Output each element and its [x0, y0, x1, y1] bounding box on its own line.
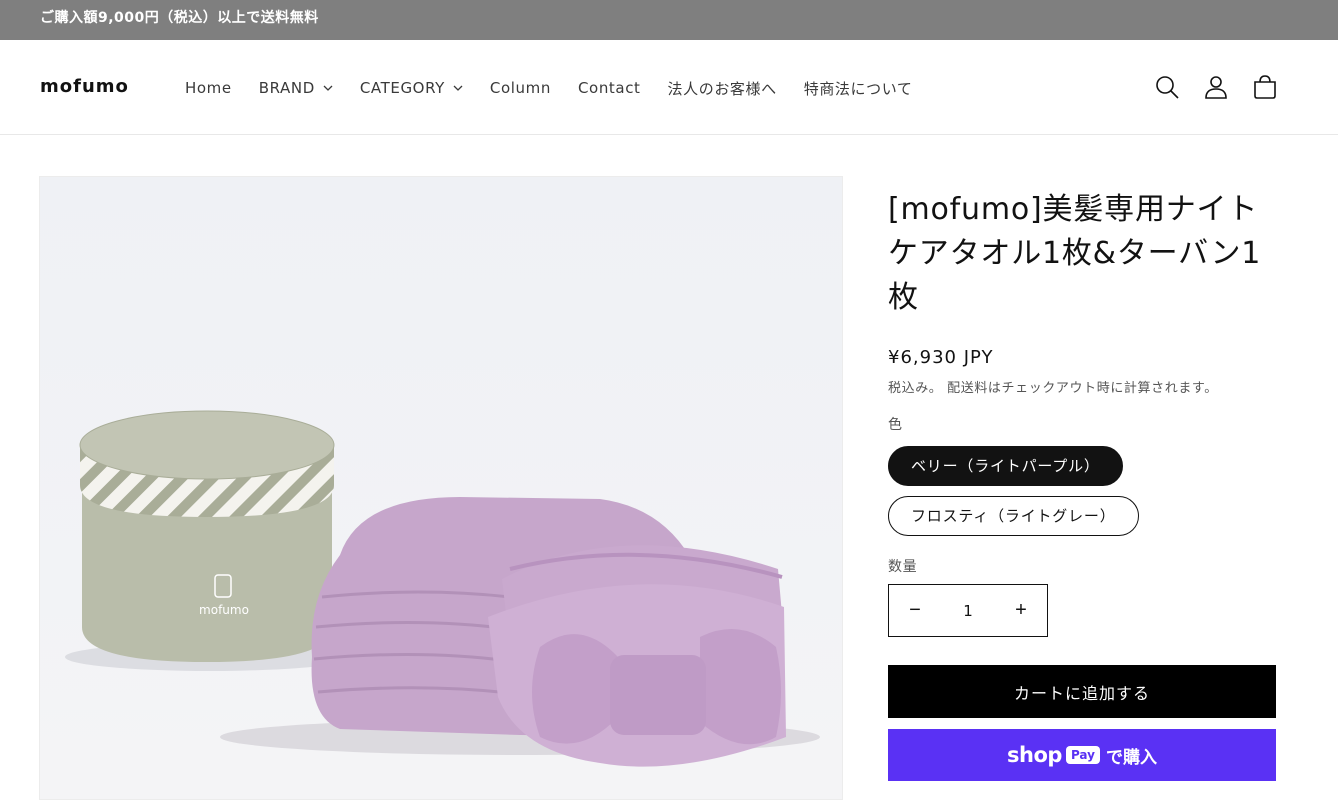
nav-legal[interactable]: 特商法について — [804, 78, 913, 99]
nav-business[interactable]: 法人のお客様へ — [668, 78, 777, 99]
announcement-text: ご購入額9,000円（税込）以上で送料無料 — [40, 10, 319, 26]
chevron-down-icon — [323, 85, 333, 91]
color-option-label: 色 — [888, 417, 903, 433]
variant-list-row2: フロスティ（ライトグレー） — [888, 486, 1278, 536]
nav-category-label: CATEGORY — [359, 79, 445, 97]
variant-list: ベリー（ライトパープル） — [888, 434, 1278, 486]
product-image[interactable]: mofumo — [39, 176, 843, 800]
box-brand-text: mofumo — [199, 603, 249, 617]
logo-text: mofumo — [40, 76, 129, 96]
nav-business-label: 法人のお客様へ — [667, 79, 777, 98]
cart-icon[interactable] — [1252, 74, 1278, 100]
nav-brand[interactable]: BRAND — [259, 79, 333, 97]
nav-contact-label: Contact — [577, 79, 641, 97]
product-price: ¥6,930 JPY — [888, 347, 994, 368]
nav-column[interactable]: Column — [490, 79, 551, 97]
header-icons — [1131, 74, 1278, 100]
product-photo: mofumo — [40, 177, 842, 799]
site-header: mofumo Home BRAND CATEGORY Column Contac… — [0, 40, 1338, 135]
shop-pay-buy-text: で購入 — [1105, 747, 1157, 768]
tax-note: 税込み。 配送料はチェックアウト時に計算されます。 — [888, 381, 1218, 396]
product-info: [mofumo]美髪専用ナイトケアタオル1枚&ターバン1枚 ¥6,930 JPY… — [888, 188, 1278, 781]
product-title: [mofumo]美髪専用ナイトケアタオル1枚&ターバン1枚 — [888, 192, 1262, 315]
search-icon[interactable] — [1154, 74, 1180, 100]
nav-legal-label: 特商法について — [803, 79, 913, 98]
variant-frosty[interactable]: フロスティ（ライトグレー） — [888, 496, 1139, 536]
chevron-down-icon — [453, 85, 463, 91]
quantity-input[interactable] — [943, 601, 993, 620]
announcement-bar: ご購入額9,000円（税込）以上で送料無料 — [0, 0, 1338, 40]
account-icon[interactable] — [1203, 74, 1229, 100]
nav-contact[interactable]: Contact — [578, 79, 641, 97]
nav-home-label: Home — [185, 79, 232, 97]
quantity-decrease-button[interactable]: − — [889, 585, 941, 636]
quantity-stepper: − + — [888, 584, 1048, 637]
shop-pay-badge: Pay — [1065, 746, 1100, 764]
nav-home[interactable]: Home — [185, 79, 232, 97]
add-to-cart-button[interactable]: カートに追加する — [888, 665, 1276, 718]
logo[interactable]: mofumo — [40, 76, 140, 96]
shop-pay-button[interactable]: shop Pay で購入 — [888, 729, 1276, 781]
variant-berry[interactable]: ベリー（ライトパープル） — [888, 446, 1123, 486]
quantity-increase-button[interactable]: + — [995, 585, 1047, 636]
main-nav: Home BRAND CATEGORY Column Contact 法人のお客… — [185, 76, 940, 100]
quantity-label: 数量 — [888, 559, 918, 575]
nav-brand-label: BRAND — [258, 79, 315, 97]
shop-pay-shop-text: shop — [1007, 743, 1062, 767]
nav-category[interactable]: CATEGORY — [360, 79, 463, 97]
nav-column-label: Column — [489, 79, 551, 97]
